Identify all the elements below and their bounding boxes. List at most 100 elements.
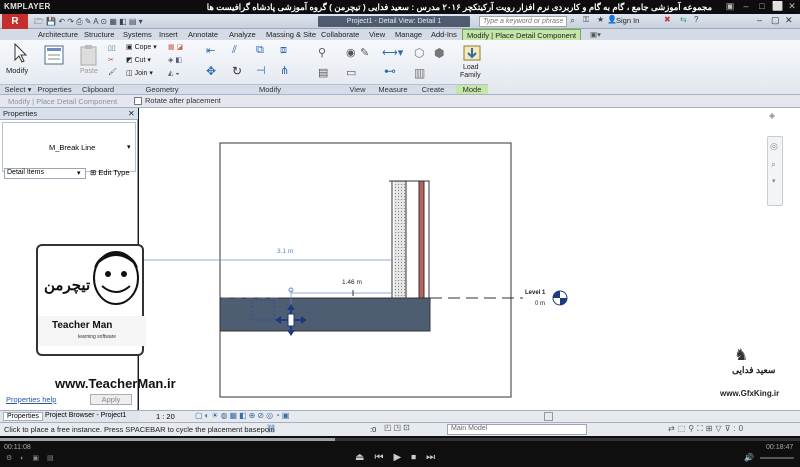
volume-icon[interactable]: 🔊 — [744, 453, 754, 462]
zoom-icon[interactable]: ⌕ — [771, 159, 776, 170]
dimension-text-2: 1.46 m — [342, 279, 362, 286]
design-options-icons[interactable]: ◰◳⊡ — [384, 423, 412, 432]
player-info-icons[interactable]: ⚙ ◐ ▣ ▤ — [6, 454, 57, 462]
hide-icon[interactable]: ◉ — [346, 46, 356, 59]
time-current: 00:11:08 — [4, 444, 31, 451]
app-close-icon[interactable]: ✕ — [785, 15, 793, 26]
playback-controls[interactable]: ⏏⏮▶⏹⏭ — [355, 452, 445, 463]
cut-icon[interactable]: ✂ — [108, 56, 114, 64]
view-control-icons[interactable]: ▢◐☀◍▦◧⊕⊘◎◔▣ — [195, 411, 291, 420]
tab-analyze[interactable]: Analyze — [225, 29, 260, 40]
rotate-icon[interactable]: ↻ — [232, 64, 242, 78]
tab-modify-place-detail-component[interactable]: Modify | Place Detail Component — [462, 29, 582, 40]
type-selector[interactable]: M_Break Line ▾ — [2, 122, 136, 172]
mirror-draw-icon[interactable]: ⧈ — [280, 44, 287, 57]
drawing-canvas[interactable]: 3.1 m 1.46 m Level 1 0 m ◎ ⌕ ▾ ◈ — [139, 108, 800, 410]
minimize-icon[interactable]: – — [740, 1, 752, 12]
tab-properties[interactable]: Properties — [3, 412, 43, 421]
paste-button[interactable]: Paste — [76, 44, 110, 82]
palette-close-icon[interactable]: ✕ — [128, 108, 135, 120]
a360-icon[interactable]: ⇆ — [680, 15, 687, 24]
split-face-icon[interactable]: ◈ ◧ — [168, 56, 182, 64]
chevron-down-icon: ▾ — [127, 144, 131, 151]
teacherman-site: www.TeacherMan.ir — [55, 376, 176, 391]
join-button[interactable]: ◫ Join ▾ — [126, 69, 153, 77]
zoom-dropdown-icon[interactable]: ▾ — [772, 177, 776, 185]
level-name: Level 1 — [525, 290, 546, 296]
tab-view[interactable]: View — [365, 29, 389, 40]
override-icon[interactable]: ✎ — [360, 46, 369, 59]
app-restore-icon[interactable]: ▢ — [771, 15, 780, 26]
comm-center-icon[interactable]: ★ — [597, 15, 604, 24]
measure-icon[interactable]: ⟷▾ — [382, 46, 403, 59]
mirror-axis-icon[interactable]: ⧉ — [256, 44, 264, 57]
apply-button[interactable]: Apply — [90, 394, 132, 405]
linework-icon[interactable]: ▭ — [346, 66, 356, 79]
modify-button[interactable]: Modify — [4, 42, 34, 82]
tab-project-browser[interactable]: Project Browser - Project1 — [42, 412, 129, 419]
volume-slider[interactable] — [760, 457, 794, 459]
selection-filter-icons[interactable]: ⇄⬚⚲⛶⊞▽⊽:0 — [668, 424, 746, 434]
edit-type-button[interactable]: ⊞ Edit Type — [90, 168, 130, 177]
view-scale[interactable]: 1 : 20 — [156, 412, 175, 421]
main-model-dropdown[interactable]: Main Model — [447, 424, 587, 435]
view-cube-icon[interactable]: ◈ — [769, 111, 775, 120]
load-family-button[interactable]: Load Family — [458, 43, 486, 83]
revit-logo-icon[interactable]: R — [2, 14, 28, 29]
split-icon[interactable]: ⋔ — [280, 64, 289, 77]
help-icon[interactable]: ? — [694, 15, 698, 24]
tab-massing-site[interactable]: Massing & Site — [262, 29, 320, 40]
offset-icon[interactable]: ⫽ — [232, 44, 237, 57]
dimension-text-1: 3.1 m — [277, 248, 294, 255]
move-icon[interactable]: ✥ — [206, 64, 216, 78]
wall-join-icon[interactable]: ▦ ◪ — [168, 43, 183, 51]
close-icon[interactable]: ✕ — [786, 1, 798, 12]
tab-systems[interactable]: Systems — [119, 29, 156, 40]
search-input[interactable]: Type a keyword or phrase — [479, 16, 567, 27]
dimension-icon[interactable]: ⊷ — [384, 64, 396, 78]
properties-button[interactable] — [40, 44, 68, 80]
app-minimize-icon[interactable]: – — [757, 15, 762, 25]
subscription-icon[interactable]: ⚿ — [583, 15, 589, 25]
tab-architecture[interactable]: Architecture — [34, 29, 82, 40]
qat-icons[interactable]: 🗁 💾 ↶ ↷ ⎙ ✎ A ⊙ ▦ ◧ ▤ ▾ — [34, 16, 143, 30]
trim-icon[interactable]: ⊣ — [256, 64, 266, 77]
steering-wheel-icon[interactable]: ◎ — [770, 141, 778, 152]
scrollbar-handle[interactable] — [544, 412, 553, 421]
rotate-checkbox[interactable] — [134, 97, 142, 105]
tab-structure[interactable]: Structure — [80, 29, 118, 40]
paint-icon[interactable]: ◭ ◒ — [168, 69, 180, 77]
array-icon[interactable]: ▤ — [318, 66, 328, 79]
gfxking-name: سعید فدایی — [732, 365, 776, 375]
worksets-icon[interactable]: ⛓ — [266, 424, 276, 433]
sign-in-link[interactable]: Sign In — [616, 16, 639, 25]
tab-add-ins[interactable]: Add-Ins — [427, 29, 461, 40]
properties-help-link[interactable]: Properties help — [6, 395, 56, 404]
panel-measure: Measure — [376, 84, 410, 94]
maximize-icon[interactable]: ⬜ — [772, 1, 784, 12]
match-properties-icon[interactable]: 🖌 — [108, 68, 117, 76]
create-similar-icon[interactable]: ⬢ — [434, 46, 444, 60]
copy-icon[interactable]: ▯▯ — [108, 44, 116, 52]
cope-button[interactable]: ▣ Cope ▾ — [126, 43, 157, 51]
tab-annotate[interactable]: Annotate — [184, 29, 222, 40]
tab-manage[interactable]: Manage — [391, 29, 426, 40]
ribbon-toggle-icon[interactable]: ▣▾ — [586, 29, 605, 40]
pin-element-icon[interactable]: ⚲ — [318, 46, 326, 59]
tab-collaborate[interactable]: Collaborate — [317, 29, 363, 40]
tab-insert[interactable]: Insert — [155, 29, 182, 40]
restore-icon[interactable]: □ — [756, 1, 768, 12]
player-title-bar: KMPLAYER مجموعه آموزشی جامع ، گام به گام… — [0, 0, 800, 14]
create-group-icon[interactable]: ⬡ — [414, 46, 424, 60]
assembly-icon[interactable]: ▥ — [414, 66, 425, 80]
seek-bar[interactable] — [0, 438, 800, 441]
panel-select[interactable]: Select ▾ — [0, 84, 36, 94]
status-bar: Click to place a free instance. Press SP… — [0, 422, 800, 436]
exchange-icon[interactable]: ✖ — [664, 15, 671, 24]
filter-dropdown[interactable]: Detail Items ▾ — [4, 168, 86, 179]
search-icon[interactable]: ⌕ — [570, 15, 575, 26]
pin-icon[interactable]: ▣ — [724, 1, 736, 12]
cut-button[interactable]: ◩ Cut ▾ — [126, 56, 151, 64]
teacherman-watermark: تیچرمن Teacher Man learning software — [36, 244, 146, 356]
align-icon[interactable]: ⇤ — [206, 44, 215, 57]
